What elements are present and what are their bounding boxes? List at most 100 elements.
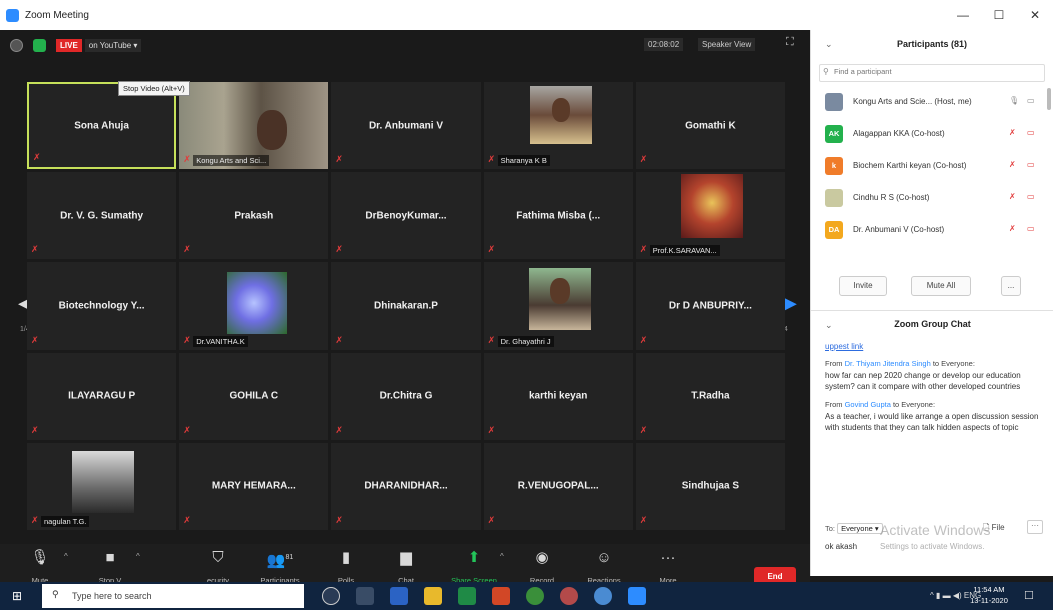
participant-name: DrBenoyKumar... (365, 210, 447, 222)
close-button[interactable]: ✕ (1017, 0, 1053, 30)
share-options-caret[interactable]: ^ (500, 552, 504, 561)
video-options-caret[interactable]: ^ (136, 552, 140, 561)
participant-tile[interactable]: Dr. Anbumani V ✗ (331, 82, 481, 170)
mute-all-button[interactable]: Mute All (911, 276, 971, 296)
stop-video-button[interactable]: ■ Stop V (82, 548, 138, 585)
participant-tile[interactable]: Dr.Chitra G ✗ (331, 352, 481, 440)
participant-tile[interactable]: ✗ nagulan T.G. (27, 442, 177, 530)
chat-sender-name[interactable]: Dr. Thiyam Jitendra Singh (845, 359, 931, 368)
encryption-shield-icon[interactable] (33, 38, 46, 52)
participant-tile[interactable]: Sindhujaa S ✗ (635, 442, 785, 530)
chat-link[interactable]: uppest link (825, 342, 1044, 351)
participant-tile[interactable]: Prakash ✗ (179, 172, 329, 260)
chrome-icon[interactable] (526, 587, 544, 605)
participant-row[interactable]: DA Dr. Anbumani V (Co-host) ✗ ▭ (811, 214, 1053, 246)
participant-mic-icon[interactable]: ✗ (1009, 128, 1016, 137)
fullscreen-icon[interactable]: ⛶ (786, 36, 794, 49)
cortana-icon[interactable] (322, 587, 340, 605)
participants-more-button[interactable]: ... (1001, 276, 1021, 296)
chat-sender-name[interactable]: Govind Gupta (845, 400, 891, 409)
participant-tile[interactable]: ✗ Kongu Arts and Sci... (179, 82, 329, 170)
word-icon[interactable] (390, 587, 408, 605)
participant-name: Dr. V. G. Sumathy (60, 210, 144, 222)
participant-name: MARY HEMARA... (211, 480, 296, 492)
participant-mic-icon[interactable]: 🎙 (1009, 96, 1019, 105)
chat-button[interactable]: ▆ Chat (378, 548, 434, 585)
participant-tile[interactable]: DrBenoyKumar... ✗ (331, 172, 481, 260)
meeting-info-icon[interactable] (10, 38, 23, 52)
polls-button[interactable]: ▮ Polls (318, 548, 374, 585)
participant-camera-icon[interactable]: ▭ (1027, 224, 1035, 233)
participant-tile[interactable]: ✗ Dr. Ghayathri J (483, 262, 633, 350)
avatar (825, 189, 843, 207)
windows-start-icon[interactable]: ⊞ (12, 589, 22, 603)
participant-name: Sona Ahuja (74, 120, 129, 132)
participant-tile[interactable]: Dr. V. G. Sumathy ✗ (27, 172, 177, 260)
zoom-logo-icon (6, 8, 19, 22)
participant-tile[interactable]: R.VENUGOPAL... ✗ (483, 442, 633, 530)
muted-mic-icon: ✗ (639, 424, 648, 435)
chat-input[interactable]: ok akash (825, 542, 857, 551)
participant-tile[interactable]: ✗ Prof.K.SARAVAN... (635, 172, 785, 260)
participant-tile[interactable]: Fathima Misba (... ✗ (483, 172, 633, 260)
participant-name: Dr.Chitra G (379, 390, 433, 402)
participant-row[interactable]: Kongu Arts and Scie... (Host, me) 🎙 ▭ (811, 86, 1053, 118)
stop-video-tooltip: Stop Video (Alt+V) (118, 81, 190, 96)
powerpoint-icon[interactable] (492, 587, 510, 605)
muted-mic-icon: ✗ (487, 244, 496, 255)
more-button[interactable]: ··· More (640, 548, 696, 585)
participant-tile[interactable]: karthi keyan ✗ (483, 352, 633, 440)
participant-camera-icon[interactable]: ▭ (1027, 96, 1035, 105)
live-badge[interactable]: LIVE (56, 38, 82, 52)
mute-button[interactable]: 🎙 Mute (12, 548, 68, 585)
participant-tile[interactable]: ✗ Sharanya K B (483, 82, 633, 170)
maximize-button[interactable]: ☐ (981, 0, 1017, 30)
speaker-view-button[interactable]: Speaker View (698, 38, 756, 51)
participant-tile[interactable]: Dr D ANBUPRIY... ✗ (635, 262, 785, 350)
participant-list-scrollbar[interactable] (1047, 88, 1051, 110)
task-view-icon[interactable] (356, 587, 374, 605)
taskbar-clock[interactable]: 11:54 AM 13-11-2020 (966, 584, 1012, 606)
participant-tile[interactable]: Biotechnology Y... ✗ (27, 262, 177, 350)
reactions-button[interactable]: ☺ Reactions (576, 548, 632, 585)
participant-camera-icon[interactable]: ▭ (1027, 160, 1035, 169)
audio-options-caret[interactable]: ^ (64, 552, 68, 561)
taskbar-search[interactable]: ⚲ Type here to search (42, 584, 304, 608)
participant-row[interactable]: k Biochem Karthi keyan (Co-host) ✗ ▭ (811, 150, 1053, 182)
chat-recipient-select[interactable]: Everyone ▾ (837, 523, 883, 534)
notification-icon[interactable]: ☐ (1024, 589, 1034, 602)
participant-tile[interactable]: DHARANIDHAR... ✗ (331, 442, 481, 530)
file-explorer-icon[interactable] (424, 587, 442, 605)
security-button[interactable]: ⛉ ecurity (190, 548, 246, 585)
participant-tile[interactable]: Dhinakaran.P ✗ (331, 262, 481, 350)
participant-tile[interactable]: Gomathi K ✗ (635, 82, 785, 170)
record-button[interactable]: ◉ Record (514, 548, 570, 585)
participant-mic-icon[interactable]: ✗ (1009, 224, 1016, 233)
participant-tile[interactable]: MARY HEMARA... ✗ (179, 442, 329, 530)
participant-mic-icon[interactable]: ✗ (1009, 160, 1016, 169)
participant-tile[interactable]: GOHILA C ✗ (179, 352, 329, 440)
share-screen-button[interactable]: ⬆ Share Screen (446, 548, 502, 585)
participant-row[interactable]: Cindhu R S (Co-host) ✗ ▭ (811, 182, 1053, 214)
participant-row-name: Alagappan KKA (Co-host) (853, 129, 945, 138)
participant-mic-icon[interactable]: ✗ (1009, 192, 1016, 201)
invite-button[interactable]: Invite (839, 276, 887, 296)
chat-more-button[interactable]: ··· (1027, 520, 1043, 534)
participant-tile[interactable]: ✗ Dr.VANITHA.K (179, 262, 329, 350)
participant-camera-icon[interactable]: ▭ (1027, 128, 1035, 137)
minimize-button[interactable]: — (945, 0, 981, 30)
participant-search[interactable]: ⚲ (819, 64, 1045, 82)
muted-mic-icon: ✗ (31, 244, 39, 255)
participant-tile[interactable]: T.Radha ✗ (635, 352, 785, 440)
live-platform-dropdown[interactable]: on YouTube ▾ (84, 38, 142, 52)
excel-icon[interactable] (458, 587, 476, 605)
participant-search-input[interactable] (834, 67, 1034, 76)
avatar: DA (825, 221, 843, 239)
edge-icon[interactable] (594, 587, 612, 605)
participant-camera-icon[interactable]: ▭ (1027, 192, 1035, 201)
participant-tile[interactable]: ILAYARAGU P ✗ (27, 352, 177, 440)
participant-row[interactable]: AK Alagappan KKA (Co-host) ✗ ▭ (811, 118, 1053, 150)
participants-button[interactable]: 👥81 Participants (252, 548, 308, 585)
zoom-taskbar-icon[interactable] (628, 587, 646, 605)
settings-gear-icon[interactable] (560, 587, 578, 605)
